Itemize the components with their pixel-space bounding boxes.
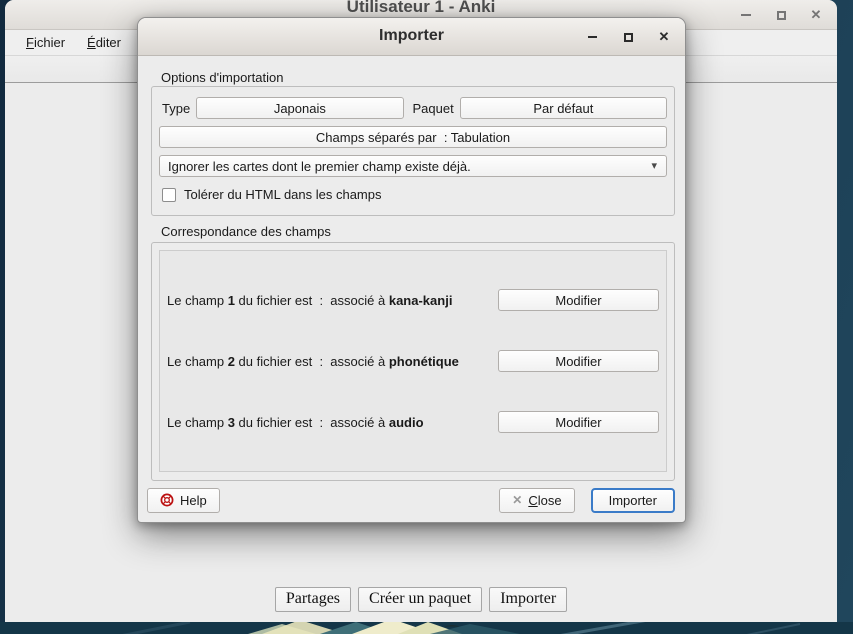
import-button[interactable]: Importer [591,488,675,513]
mapping-group-label: Correspondance des champs [161,224,331,239]
dialog-minimize-icon[interactable] [585,30,599,44]
help-button-label: Help [180,493,207,508]
change-field-1-button[interactable]: Modifier [498,289,659,311]
close-x-icon: ✕ [512,493,522,507]
lake-artwork-graphic [0,622,853,634]
menu-fichier[interactable]: Fichier [15,31,76,54]
dialog-window-controls: ✕ [585,18,671,56]
allow-html-label: Tolérer du HTML dans les champs [184,187,382,202]
allow-html-row: Tolérer du HTML dans les champs [162,187,667,202]
close-button-label: Close [528,493,561,508]
shared-decks-button[interactable]: Partages [275,587,351,612]
duplicate-handling-select[interactable]: Ignorer les cartes dont le premier champ… [159,155,667,177]
deck-footer-buttons: Partages Créer un paquet Importer [5,587,837,612]
change-field-2-button[interactable]: Modifier [498,350,659,372]
import-button-label: Importer [609,493,657,508]
dialog-maximize-icon[interactable] [621,30,635,44]
close-button[interactable]: ✕ Close [499,488,574,513]
chevron-down-icon: ▾ [651,159,657,172]
dialog-close-icon[interactable]: ✕ [657,30,671,44]
duplicate-handling-value: Ignorer les cartes dont le premier champ… [168,159,471,174]
deck-button[interactable]: Par défaut [460,97,667,119]
change-field-3-button[interactable]: Modifier [498,411,659,433]
field-mapping-panel: Le champ 1 du fichier est : associé à ka… [159,250,667,472]
deck-label: Paquet [413,101,454,116]
main-window-title: Utilisateur 1 - Anki [5,0,837,17]
import-options-group: Type Japonais Paquet Par défaut Champs s… [151,86,675,216]
options-group-label: Options d'importation [161,70,283,85]
create-deck-button[interactable]: Créer un paquet [358,587,482,612]
field-mapping-text: Le champ 3 du fichier est : associé à au… [167,415,424,430]
minimize-icon[interactable] [739,8,753,22]
import-dialog-titlebar[interactable]: Importer ✕ [138,18,685,56]
bottom-toolbar-artwork [0,622,853,634]
field-mapping-row: Le champ 1 du fichier est : associé à ka… [167,289,659,311]
field-mapping-text: Le champ 1 du fichier est : associé à ka… [167,293,452,308]
note-type-button[interactable]: Japonais [196,97,403,119]
field-mapping-text: Le champ 2 du fichier est : associé à ph… [167,354,459,369]
close-icon[interactable]: ✕ [809,8,823,22]
help-button[interactable]: Help [147,488,220,513]
menu-editer[interactable]: Éditer [76,31,132,54]
field-separator-button[interactable]: Champs séparés par : Tabulation [159,126,667,148]
dialog-footer: Help ✕ Close Importer [147,487,675,513]
field-mapping-row: Le champ 2 du fichier est : associé à ph… [167,350,659,372]
import-dialog: Importer ✕ Options d'importation Type Ja… [137,17,686,523]
field-mapping-group: Le champ 1 du fichier est : associé à ka… [151,242,675,481]
type-label: Type [162,101,190,116]
maximize-icon[interactable] [774,8,788,22]
import-file-button[interactable]: Importer [489,587,567,612]
help-lifebuoy-icon [160,493,174,507]
allow-html-checkbox[interactable] [162,188,176,202]
field-mapping-row: Le champ 3 du fichier est : associé à au… [167,411,659,433]
main-window-controls: ✕ [739,0,823,30]
